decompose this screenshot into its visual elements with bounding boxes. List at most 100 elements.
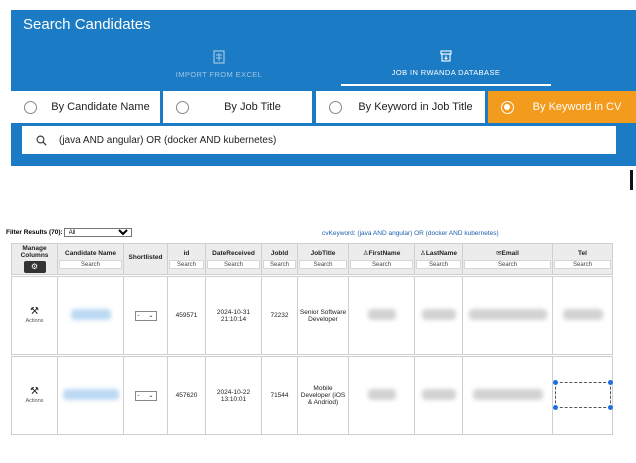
tools-icon[interactable]: ⚒ [13, 387, 56, 397]
keyword-search-input[interactable]: (java AND angular) OR (docker AND kubern… [22, 126, 616, 154]
filter-select[interactable]: All [63, 228, 132, 237]
header-label[interactable]: ✉Email [464, 249, 551, 257]
header-row: Manage Columns ⚙ Candidate Name Search S… [11, 243, 613, 275]
database-archive-icon [440, 50, 452, 62]
jobid-cell: 71544 [261, 356, 298, 435]
shortlist-value: - [137, 312, 140, 319]
search-jobid[interactable]: Search [263, 259, 296, 269]
tab-database-label: JOB IN RWANDA DATABASE [391, 68, 501, 77]
header-text: FirstName [368, 250, 401, 257]
date-cell: 2024-10-31 21:10:14 [205, 276, 262, 355]
jobtitle-cell: Mobile Developer (iOS & Andriod) [297, 356, 349, 435]
search-firstname[interactable]: Search [350, 260, 413, 269]
search-candidate-name[interactable]: Search [59, 259, 122, 269]
search-value: (java AND angular) OR (docker AND kubern… [59, 134, 277, 146]
option-label: By Keyword in CV [532, 101, 622, 113]
search-date-received[interactable]: Search [207, 259, 260, 269]
panel-title: Search Candidates [23, 16, 151, 33]
tab-job-in-rwanda-database[interactable]: JOB IN RWANDA DATABASE [341, 50, 551, 77]
header-label[interactable]: ♙FirstName [350, 249, 413, 257]
header-date-received: DateReceived Search [205, 243, 262, 275]
header-label: Manage Columns [20, 245, 49, 259]
actions-label: Actions [25, 318, 44, 324]
selection-box[interactable] [552, 379, 613, 410]
candidate-name-cell[interactable] [57, 356, 124, 435]
firstname-cell [348, 276, 415, 355]
actions-label: Actions [25, 398, 44, 404]
header-label[interactable]: Candidate Name [59, 250, 122, 257]
manage-columns-button[interactable]: ⚙ [23, 261, 46, 273]
radio-selected-icon[interactable] [501, 100, 514, 114]
header-label[interactable]: DateReceived [207, 250, 260, 257]
blurred-lastname [421, 389, 456, 400]
header-email: ✉Email Search [462, 243, 553, 275]
search-lastname[interactable]: Search [416, 260, 461, 269]
id-cell: 457620 [167, 356, 206, 435]
search-candidates-panel: Search Candidates IMPORT FROM EXCEL JOB … [11, 10, 636, 166]
search-tel[interactable]: Search [554, 259, 611, 269]
header-label[interactable]: id [169, 250, 204, 257]
option-label: By Job Title [224, 101, 281, 113]
jobtitle-cell: Senior Software Developer [297, 276, 349, 355]
radio-icon[interactable] [329, 100, 342, 114]
edge-marker [630, 170, 633, 190]
blurred-email [468, 309, 547, 320]
shortlist-value: - [137, 392, 140, 399]
header-label[interactable]: JobId [263, 250, 296, 257]
header-label[interactable]: ♙LastName [416, 249, 461, 257]
radio-icon[interactable] [176, 100, 189, 114]
resize-handle[interactable] [607, 379, 613, 385]
search-email[interactable]: Search [464, 260, 551, 269]
shortlist-select[interactable]: - ⌄ [134, 310, 157, 321]
chevron-down-icon: ⌄ [148, 313, 154, 319]
tel-cell [552, 276, 613, 355]
blurred-name [62, 389, 119, 400]
option-by-keyword-in-job-title[interactable]: By Keyword in Job Title [316, 91, 485, 123]
blurred-firstname [367, 389, 396, 400]
header-label[interactable]: Tel [554, 250, 611, 257]
cv-keyword-text: cvKeyword: (java AND angular) OR (docker… [322, 230, 499, 237]
candidate-name-cell[interactable] [57, 276, 124, 355]
blurred-lastname [421, 309, 456, 320]
header-lastname: ♙LastName Search [414, 243, 463, 275]
tools-icon[interactable]: ⚒ [13, 307, 56, 317]
tab-import-from-excel[interactable]: IMPORT FROM EXCEL [129, 50, 309, 79]
header-id: id Search [167, 243, 206, 275]
option-by-candidate-name[interactable]: By Candidate Name [11, 91, 160, 123]
jobid-cell: 72232 [261, 276, 298, 355]
table-row: ⚒ Actions - ⌄ 457620 2024-10-22 13:10:01 … [11, 356, 613, 435]
resize-handle[interactable] [552, 404, 558, 410]
search-icon [36, 134, 47, 146]
firstname-cell [348, 356, 415, 435]
header-jobtitle: JobTitle Search [297, 243, 349, 275]
gear-icon: ⚙ [30, 262, 39, 271]
radio-icon[interactable] [24, 100, 37, 114]
shortlisted-cell: - ⌄ [123, 276, 168, 355]
header-label[interactable]: JobTitle [299, 250, 347, 257]
blurred-tel [562, 309, 603, 320]
excel-file-icon [213, 50, 225, 64]
email-cell [462, 356, 553, 435]
tel-cell[interactable] [552, 356, 613, 435]
lastname-cell [414, 356, 463, 435]
actions-cell[interactable]: ⚒ Actions [11, 356, 58, 435]
shortlist-select[interactable]: - ⌄ [134, 390, 157, 401]
blurred-email [472, 389, 543, 400]
blurred-firstname [367, 309, 396, 320]
resize-handle[interactable] [552, 379, 558, 385]
option-by-job-title[interactable]: By Job Title [163, 91, 312, 123]
email-cell [462, 276, 553, 355]
header-label[interactable]: Shortlisted [125, 254, 166, 261]
active-tab-indicator [341, 84, 551, 86]
option-label: By Keyword in Job Title [358, 101, 473, 113]
resize-handle[interactable] [607, 404, 613, 410]
option-by-keyword-in-cv[interactable]: By Keyword in CV [488, 91, 636, 123]
header-firstname: ♙FirstName Search [348, 243, 415, 275]
manage-columns-header: Manage Columns ⚙ [11, 243, 58, 275]
shortlisted-cell: - ⌄ [123, 356, 168, 435]
search-id[interactable]: Search [169, 259, 204, 269]
header-tel: Tel Search [552, 243, 613, 275]
search-jobtitle[interactable]: Search [299, 259, 347, 269]
chevron-down-icon: ⌄ [148, 393, 154, 399]
actions-cell[interactable]: ⚒ Actions [11, 276, 58, 355]
